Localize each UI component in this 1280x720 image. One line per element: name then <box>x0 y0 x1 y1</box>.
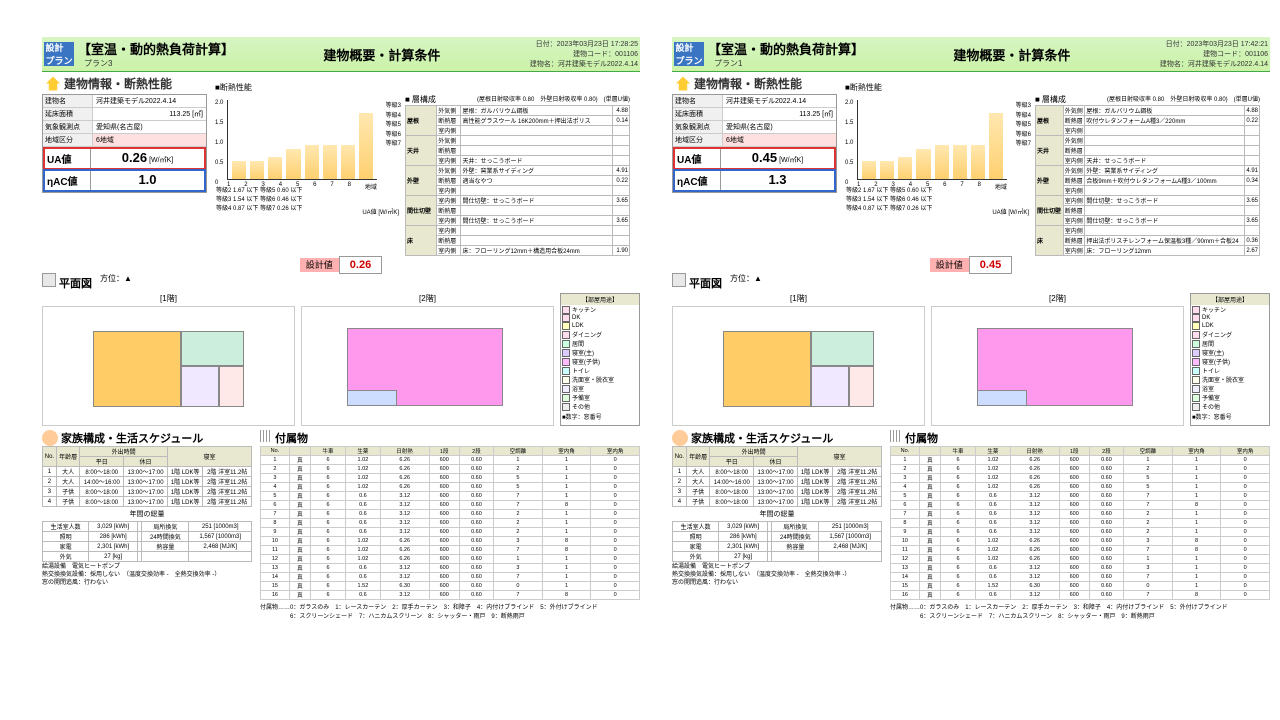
report-g3: 設計プラン 【室温・動的熱負荷計算】プラン3 建物概要・計算条件 日付：2023… <box>42 37 640 620</box>
report-g2: 設計プラン 【室温・動的熱負荷計算】プラン1 建物概要・計算条件 日付：2023… <box>672 37 1270 620</box>
page-title: 建物概要・計算条件 <box>864 45 1160 64</box>
insulation-chart: ■断熱性能 2.01.51.00.50 等級3等級4等級5等級6等級7 1234… <box>211 94 401 212</box>
header-meta: 日付：2023年03月23日 17:28:25建物コード：001106建物名：河… <box>530 39 638 69</box>
app-title: 【室温・動的熱負荷計算】 <box>78 39 234 58</box>
eta-ac-value: ηAC値1.3 <box>673 169 836 192</box>
design-value: 0.26 <box>339 256 382 274</box>
people-icon <box>42 430 58 446</box>
header: 設計プラン 【室温・動的熱負荷計算】プラン1 建物概要・計算条件 日付：2023… <box>672 37 1270 72</box>
floorplan-1f <box>672 306 925 426</box>
family-schedule: 家族構成・生活スケジュール No.年齢層外出時間寝室平日休日1大人8:00～18… <box>672 430 882 620</box>
building-table: 建物名河井建築モデル2022.4.14 延床面積113.25 [㎡] 気象観測点… <box>672 94 837 193</box>
design-label: 設計値 <box>930 258 969 272</box>
header: 設計プラン 【室温・動的熱負荷計算】プラン3 建物概要・計算条件 日付：2023… <box>42 37 640 72</box>
header-meta: 日付：2023年03月23日 17:42:21建物コード：001106建物名：河… <box>1160 39 1268 69</box>
ua-value: UA値0.45[W/㎡K] <box>673 147 836 170</box>
attachments: 付属物 No.牛車生薬日射熱1段2段空調離室内角室内角1真61.026.2660… <box>260 430 640 620</box>
section-building-info: 建物情報・断熱性能 <box>42 72 640 94</box>
design-value: 0.45 <box>969 256 1012 274</box>
page-title: 建物概要・計算条件 <box>234 45 530 64</box>
design-label: 設計値 <box>300 258 339 272</box>
room-legend: 【部屋用途】キッチンDKLDKダイニング居間寝室(主)寝室(子供)トイレ洗面室・… <box>560 293 640 426</box>
section-floorplan: 平面図 <box>42 273 92 291</box>
app-title: 【室温・動的熱負荷計算】 <box>708 39 864 58</box>
insulation-chart: ■断熱性能 2.01.51.00.50 等級3等級4等級5等級6等級7 1234… <box>841 94 1031 212</box>
building-table: 建物名河井建築モデル2022.4.14 延床面積113.25 [㎡] 気象観測点… <box>42 94 207 193</box>
section-building-info: 建物情報・断熱性能 <box>672 72 1270 94</box>
logo-icon: 設計プラン <box>674 42 704 66</box>
floorplan-2f <box>301 306 554 426</box>
ua-value: UA値0.26[W/㎡K] <box>43 147 206 170</box>
eta-ac-value: ηAC値1.0 <box>43 169 206 192</box>
attachments: 付属物 No.牛車生薬日射熱1段2段空調離室内角室内角1真61.026.2660… <box>890 430 1270 620</box>
floorplan-2f <box>931 306 1184 426</box>
people-icon <box>672 430 688 446</box>
family-schedule: 家族構成・生活スケジュール No.年齢層外出時間寝室平日休日1大人8:00～18… <box>42 430 252 620</box>
layer-table: 層構成(屋根日射吸収率 0.80 外壁日射吸収率 0.80) (単層U値) 屋根… <box>405 94 630 256</box>
layer-table: 層構成(屋根日射吸収率 0.80 外壁日射吸収率 0.80) (単層U値) 屋根… <box>1035 94 1260 256</box>
logo-icon: 設計プラン <box>44 42 74 66</box>
room-legend: 【部屋用途】キッチンDKLDKダイニング居間寝室(主)寝室(子供)トイレ洗面室・… <box>1190 293 1270 426</box>
section-floorplan: 平面図 <box>672 273 722 291</box>
floorplan-1f <box>42 306 295 426</box>
